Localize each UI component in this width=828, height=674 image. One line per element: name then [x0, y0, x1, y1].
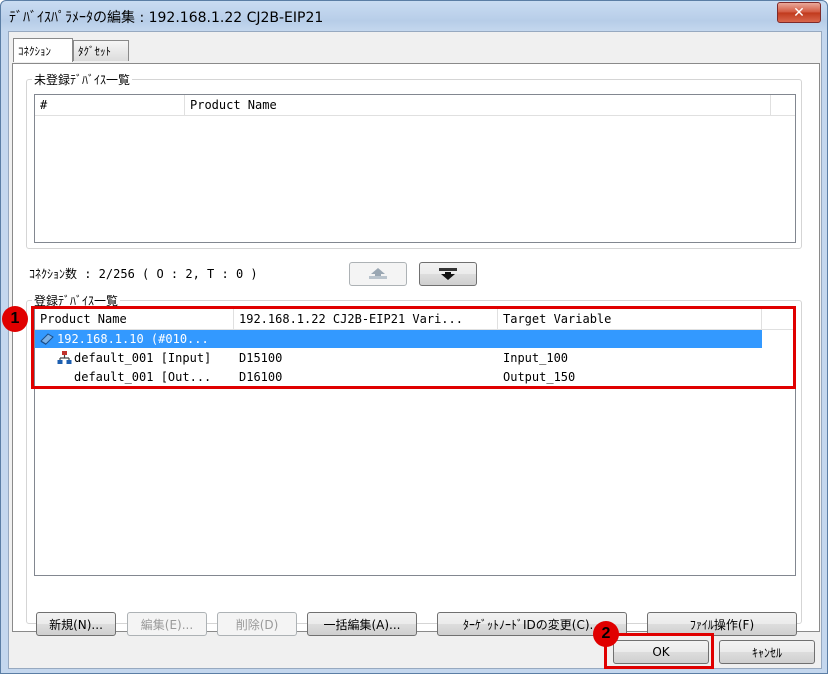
close-icon: ✕ — [793, 4, 805, 21]
column-number[interactable]: # — [35, 95, 185, 115]
move-down-button[interactable] — [419, 262, 477, 286]
window-title: ﾃﾞﾊﾞｲｽﾊﾟﾗﾒｰﾀの編集 : 192.168.1.22 CJ2B-EIP2… — [9, 10, 324, 26]
edit-button[interactable]: 編集(E)... — [127, 612, 207, 636]
step-marker-2: 2 — [593, 621, 619, 647]
list-header: # Product Name — [35, 95, 795, 116]
unregistered-device-label: 未登録ﾃﾞﾊﾞｲｽ一覧 — [32, 71, 133, 88]
column-product-name[interactable]: Product Name — [185, 95, 771, 115]
step-marker-1: 1 — [2, 306, 28, 332]
tab-connection[interactable]: ｺﾈｸｼｮﾝ — [13, 38, 73, 62]
move-up-button[interactable] — [349, 262, 407, 286]
unregistered-device-list[interactable]: # Product Name — [34, 94, 796, 243]
new-button[interactable]: 新規(N)... — [36, 612, 116, 636]
highlight-box-registered-list — [31, 306, 796, 389]
move-up-icon — [369, 268, 387, 279]
highlight-box-ok — [604, 633, 714, 669]
cancel-button[interactable]: ｷｬﾝｾﾙ — [719, 640, 815, 664]
move-down-icon — [439, 268, 457, 280]
tab-tagset[interactable]: ﾀｸﾞｾｯﾄ — [73, 40, 129, 61]
delete-button[interactable]: 削除(D) — [217, 612, 297, 636]
connection-count: ｺﾈｸｼｮﾝ数 : 2/256 ( O : 2, T : 0 ) — [29, 267, 258, 281]
bulk-edit-button[interactable]: 一括編集(A)... — [307, 612, 417, 636]
close-button[interactable]: ✕ — [777, 2, 821, 23]
title-bar: ﾃﾞﾊﾞｲｽﾊﾟﾗﾒｰﾀの編集 : 192.168.1.22 CJ2B-EIP2… — [1, 1, 827, 31]
